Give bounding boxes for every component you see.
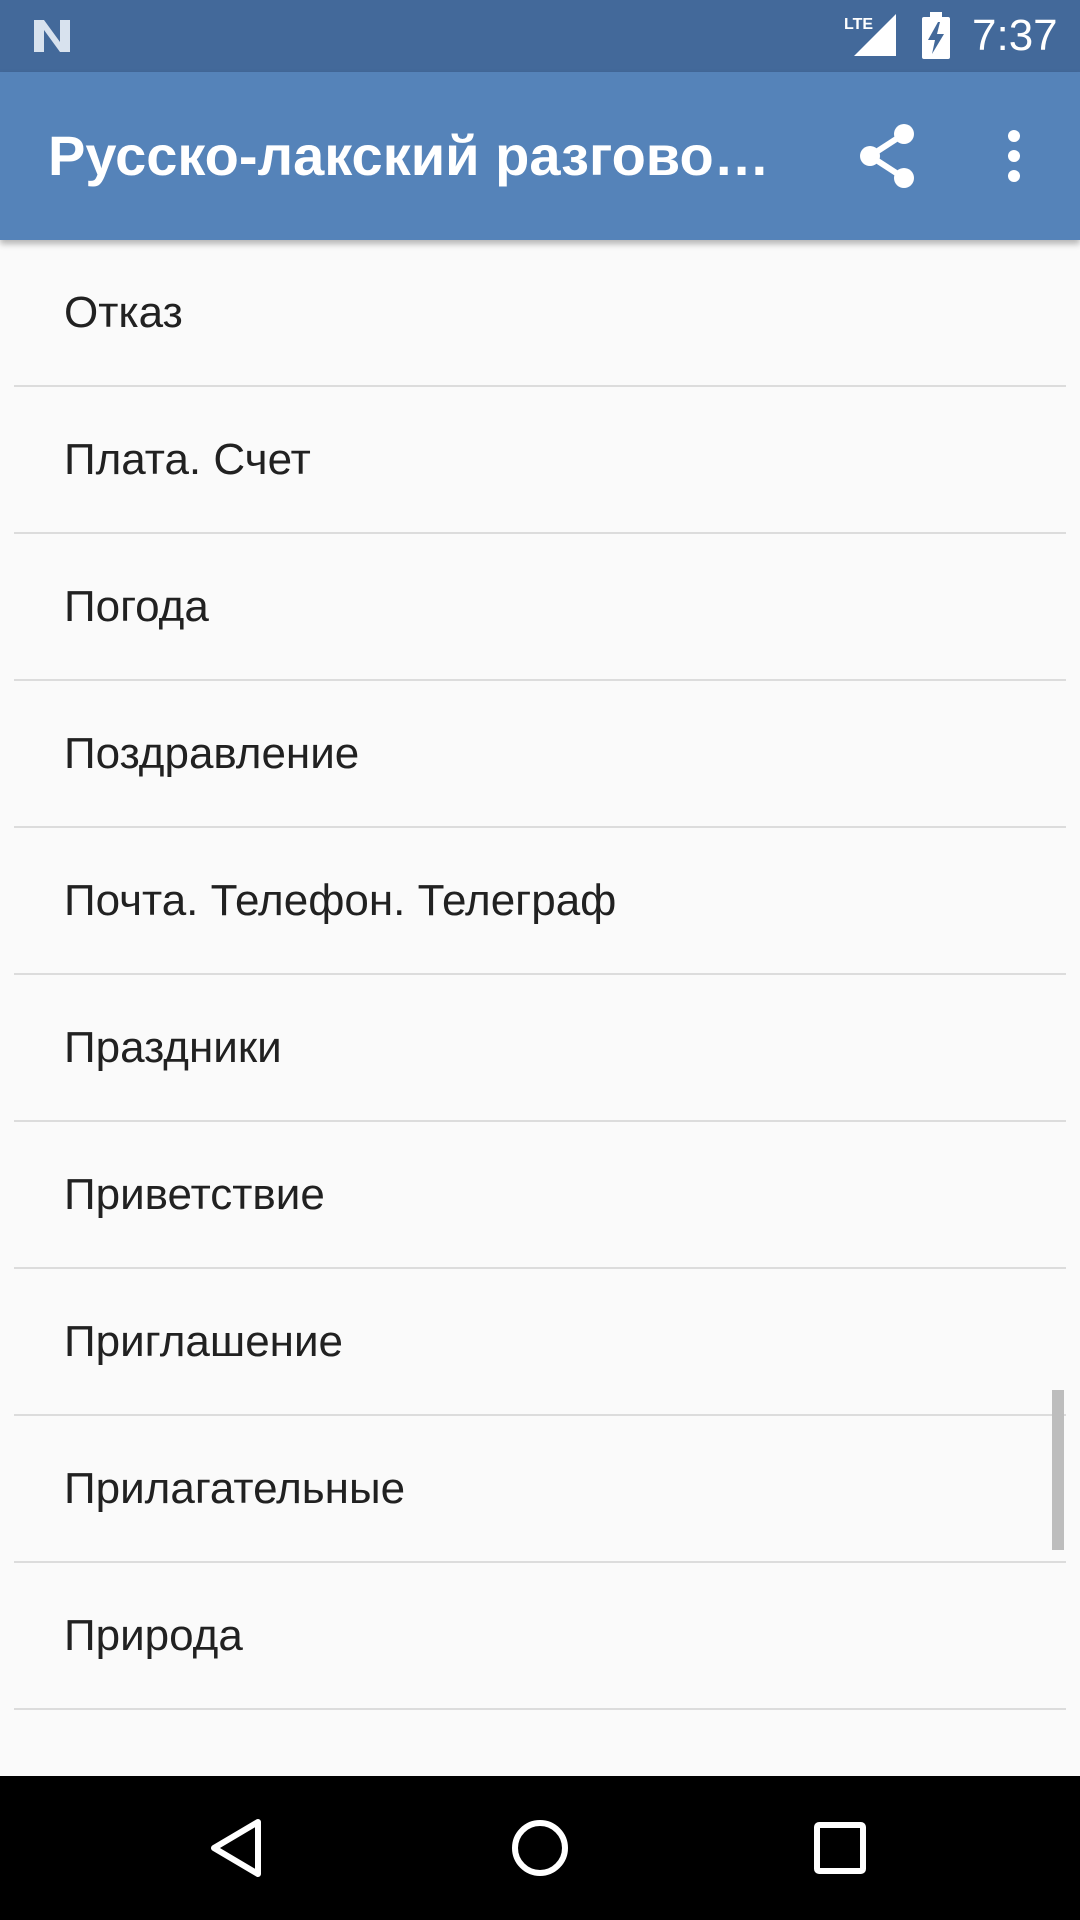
svg-text:LTE: LTE — [844, 16, 873, 33]
app-bar: Русско-лакский разгово… — [0, 72, 1080, 240]
app-title: Русско-лакский разгово… — [48, 124, 770, 187]
list-item[interactable]: Погода — [14, 534, 1066, 681]
list-item-label: Приглашение — [64, 1317, 344, 1366]
recents-icon[interactable] — [800, 1808, 880, 1888]
list-item[interactable]: Плата. Счет — [14, 387, 1066, 534]
back-icon[interactable] — [200, 1808, 280, 1888]
status-bar: LTE 7:37 — [0, 0, 1080, 72]
n-logo-icon — [34, 20, 70, 52]
list-item[interactable]: Приглашение — [14, 1269, 1066, 1416]
navigation-bar — [0, 1776, 1080, 1920]
scrollbar-thumb[interactable] — [1052, 1390, 1064, 1550]
list-item[interactable]: Приветствие — [14, 1122, 1066, 1269]
list-item[interactable]: Природа — [14, 1563, 1066, 1710]
list-item[interactable]: Отказ — [14, 240, 1066, 387]
lte-signal-icon: LTE — [844, 14, 896, 56]
status-clock: 7:37 — [972, 11, 1058, 60]
list-item-label: Погода — [64, 582, 209, 631]
list-item-label: Поздравление — [64, 729, 360, 778]
list-item-label: Природа — [64, 1611, 243, 1660]
category-list[interactable]: Отказ Плата. Счет Погода Поздравление По… — [0, 240, 1080, 1776]
list-item-label: Прилагательные — [64, 1464, 406, 1513]
list-item[interactable]: Прилагательные — [14, 1416, 1066, 1563]
more-vert-icon[interactable] — [982, 116, 1046, 196]
battery-charging-icon — [922, 12, 950, 59]
list-item-label: Праздники — [64, 1023, 282, 1072]
list-item[interactable]: Почта. Телефон. Телеграф — [14, 828, 1066, 975]
list-item[interactable]: Праздники — [14, 975, 1066, 1122]
list-item-label: Почта. Телефон. Телеграф — [64, 876, 617, 925]
list-item-label: Плата. Счет — [64, 435, 311, 484]
list-item[interactable]: Поздравление — [14, 681, 1066, 828]
list-item-label: Отказ — [64, 288, 183, 337]
home-icon[interactable] — [500, 1808, 580, 1888]
list-item-label: Приветствие — [64, 1170, 325, 1219]
share-icon[interactable] — [848, 116, 928, 196]
